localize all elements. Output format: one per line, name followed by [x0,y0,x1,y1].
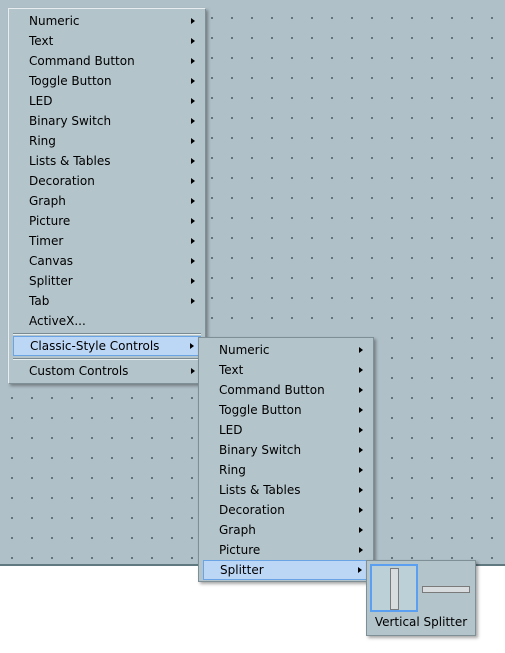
menu-item-classic-style-controls[interactable]: Classic-Style Controls [13,336,201,356]
menu-item-binary-switch[interactable]: Binary Switch [13,111,201,131]
horizontal-splitter-tile[interactable] [422,564,470,612]
submenu-arrow-icon [191,18,195,24]
menu-item-numeric[interactable]: Numeric [13,11,201,31]
submenu-arrow-icon [191,158,195,164]
submenu-arrow-icon [359,367,363,373]
submenu-arrow-icon [191,78,195,84]
menu-item-toggle-button[interactable]: Toggle Button [13,71,201,91]
submenu-arrow-icon [359,447,363,453]
menu-item-label: Binary Switch [29,114,112,128]
menu-item-label: Ring [219,463,246,477]
classic-item-splitter[interactable]: Splitter [203,560,369,580]
menu-item-label: Splitter [29,274,73,288]
menu-item-label: Binary Switch [219,443,302,457]
menu-item-decoration[interactable]: Decoration [13,171,201,191]
submenu-arrow-icon [191,238,195,244]
menu-item-led[interactable]: LED [13,91,201,111]
menu-item-graph[interactable]: Graph [13,191,201,211]
classic-item-binary-switch[interactable]: Binary Switch [203,440,369,460]
submenu-arrow-icon [359,407,363,413]
classic-item-command-button[interactable]: Command Button [203,380,369,400]
submenu-arrow-icon [190,343,194,349]
splitter-palette: Vertical Splitter [366,560,476,636]
menu-item-label: Command Button [219,383,325,397]
menu-item-label: LED [29,94,53,108]
menu-item-ring[interactable]: Ring [13,131,201,151]
classic-controls-submenu: Numeric Text Command Button Toggle Butto… [198,337,374,582]
submenu-arrow-icon [359,527,363,533]
menu-item-label: Graph [219,523,256,537]
menu-separator [13,333,201,335]
menu-item-label: Timer [29,234,64,248]
menu-item-label: Lists & Tables [29,154,111,168]
classic-item-decoration[interactable]: Decoration [203,500,369,520]
menu-item-splitter[interactable]: Splitter [13,271,201,291]
menu-item-label: Classic-Style Controls [30,339,160,353]
submenu-arrow-icon [191,38,195,44]
menu-item-label: Tab [29,294,50,308]
submenu-arrow-icon [359,387,363,393]
menu-item-command-button[interactable]: Command Button [13,51,201,71]
menu-item-label: Picture [29,214,71,228]
submenu-arrow-icon [191,138,195,144]
classic-item-numeric[interactable]: Numeric [203,340,369,360]
classic-item-graph[interactable]: Graph [203,520,369,540]
classic-item-lists-tables[interactable]: Lists & Tables [203,480,369,500]
horizontal-splitter-icon [422,586,470,593]
submenu-arrow-icon [358,567,362,573]
menu-item-canvas[interactable]: Canvas [13,251,201,271]
menu-item-label: Custom Controls [29,364,129,378]
menu-item-label: Decoration [219,503,285,517]
submenu-arrow-icon [359,547,363,553]
menu-item-label: Text [219,363,244,377]
menu-item-text[interactable]: Text [13,31,201,51]
submenu-arrow-icon [359,467,363,473]
menu-item-label: Toggle Button [219,403,302,417]
submenu-arrow-icon [191,368,195,374]
submenu-arrow-icon [191,98,195,104]
menu-item-label: Picture [219,543,261,557]
menu-item-label: Numeric [219,343,270,357]
submenu-arrow-icon [191,198,195,204]
submenu-arrow-icon [191,218,195,224]
submenu-arrow-icon [359,347,363,353]
menu-item-picture[interactable]: Picture [13,211,201,231]
submenu-arrow-icon [191,258,195,264]
menu-item-label: Splitter [220,563,264,577]
menu-item-label: Ring [29,134,56,148]
submenu-arrow-icon [191,58,195,64]
controls-menu: Numeric Text Command Button Toggle Butto… [8,8,206,384]
vertical-splitter-tile[interactable] [370,564,418,612]
menu-item-label: Toggle Button [29,74,112,88]
submenu-arrow-icon [191,178,195,184]
submenu-arrow-icon [191,118,195,124]
menu-item-tab[interactable]: Tab [13,291,201,311]
submenu-arrow-icon [359,487,363,493]
menu-item-label: Graph [29,194,66,208]
menu-item-label: Canvas [29,254,74,268]
submenu-arrow-icon [191,278,195,284]
menu-item-label: ActiveX... [29,314,86,328]
menu-separator [13,358,201,360]
classic-item-ring[interactable]: Ring [203,460,369,480]
submenu-arrow-icon [359,427,363,433]
classic-item-toggle-button[interactable]: Toggle Button [203,400,369,420]
submenu-arrow-icon [191,298,195,304]
menu-item-custom-controls[interactable]: Custom Controls [13,361,201,381]
menu-item-activex[interactable]: ActiveX... [13,311,201,331]
menu-item-label: LED [219,423,243,437]
menu-item-lists-tables[interactable]: Lists & Tables [13,151,201,171]
menu-item-label: Numeric [29,14,80,28]
classic-item-led[interactable]: LED [203,420,369,440]
palette-item-label: Vertical Splitter [374,615,468,629]
classic-item-picture[interactable]: Picture [203,540,369,560]
menu-item-label: Text [29,34,54,48]
submenu-arrow-icon [359,507,363,513]
menu-item-label: Command Button [29,54,135,68]
classic-item-text[interactable]: Text [203,360,369,380]
menu-item-timer[interactable]: Timer [13,231,201,251]
menu-item-label: Lists & Tables [219,483,301,497]
vertical-splitter-icon [390,568,399,610]
menu-item-label: Decoration [29,174,95,188]
